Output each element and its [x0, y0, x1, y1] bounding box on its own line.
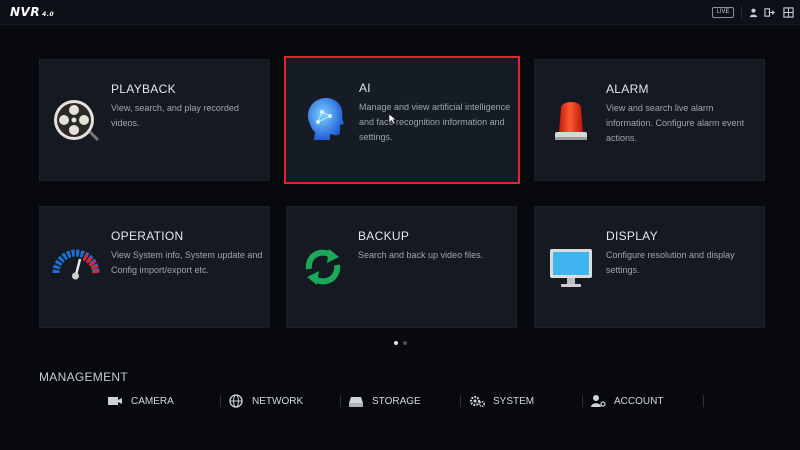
- ai-head-icon: [307, 98, 344, 140]
- tile-description: View System info, System update and Conf…: [111, 250, 263, 275]
- camera-icon: [108, 397, 122, 405]
- refresh-arrows-icon: [305, 249, 341, 285]
- alarm-light-icon: [555, 102, 587, 140]
- page-indicator: [394, 341, 407, 345]
- nvr-logo: NVR 4.0: [10, 5, 55, 19]
- tile-operation[interactable]: OPERATION View System info, System updat…: [39, 206, 270, 328]
- divider: [582, 395, 583, 407]
- mouse-cursor-icon: [388, 113, 397, 125]
- tile-title: OPERATION: [111, 229, 184, 243]
- tile-description: Manage and view artificial intelligence …: [359, 102, 511, 142]
- top-bar: NVR 4.0 LIVE: [0, 0, 800, 25]
- tile-display[interactable]: DISPLAY Configure resolution and display…: [534, 206, 765, 328]
- tile-title: DISPLAY: [606, 229, 658, 243]
- tile-playback[interactable]: PLAYBACK View, search, and play recorded…: [39, 59, 270, 181]
- page-dot[interactable]: [403, 341, 407, 345]
- globe-icon: [229, 394, 243, 408]
- tile-description: View and search live alarm information. …: [606, 103, 745, 143]
- management-title: MANAGEMENT: [39, 370, 129, 384]
- hard-drive-icon: [349, 397, 363, 407]
- tile-description: Search and back up video files.: [358, 250, 484, 260]
- live-button[interactable]: LIVE: [712, 7, 734, 18]
- management-storage[interactable]: STORAGE: [348, 392, 421, 410]
- divider: [340, 395, 341, 407]
- tile-title: AI: [359, 81, 371, 95]
- monitor-icon: [550, 249, 592, 287]
- page-dot[interactable]: [394, 341, 398, 345]
- tile-ai[interactable]: AI Manage and view artificial intelligen…: [284, 56, 520, 184]
- management-network[interactable]: NETWORK: [228, 392, 303, 410]
- gears-icon: [469, 395, 485, 408]
- gauge-icon: [52, 249, 100, 280]
- user-icon[interactable]: [748, 7, 759, 18]
- tile-title: BACKUP: [358, 229, 410, 243]
- user-settings-icon: [591, 395, 606, 407]
- divider: [703, 395, 704, 407]
- divider: [741, 6, 742, 19]
- logout-icon[interactable]: [764, 7, 775, 18]
- menu-grid-icon[interactable]: [783, 7, 794, 18]
- divider: [460, 395, 461, 407]
- management-system[interactable]: SYSTEM: [469, 392, 534, 410]
- tile-backup[interactable]: BACKUP Search and back up video files.: [286, 206, 517, 328]
- tile-title: ALARM: [606, 82, 649, 96]
- divider: [220, 395, 221, 407]
- tile-description: View, search, and play recorded videos.: [111, 103, 239, 128]
- tile-description: Configure resolution and display setting…: [606, 250, 735, 275]
- tile-alarm[interactable]: ALARM View and search live alarm informa…: [534, 59, 765, 181]
- management-camera[interactable]: CAMERA: [107, 392, 174, 410]
- film-reel-icon: [54, 100, 100, 142]
- management-account[interactable]: ACCOUNT: [590, 392, 663, 410]
- tile-title: PLAYBACK: [111, 82, 176, 96]
